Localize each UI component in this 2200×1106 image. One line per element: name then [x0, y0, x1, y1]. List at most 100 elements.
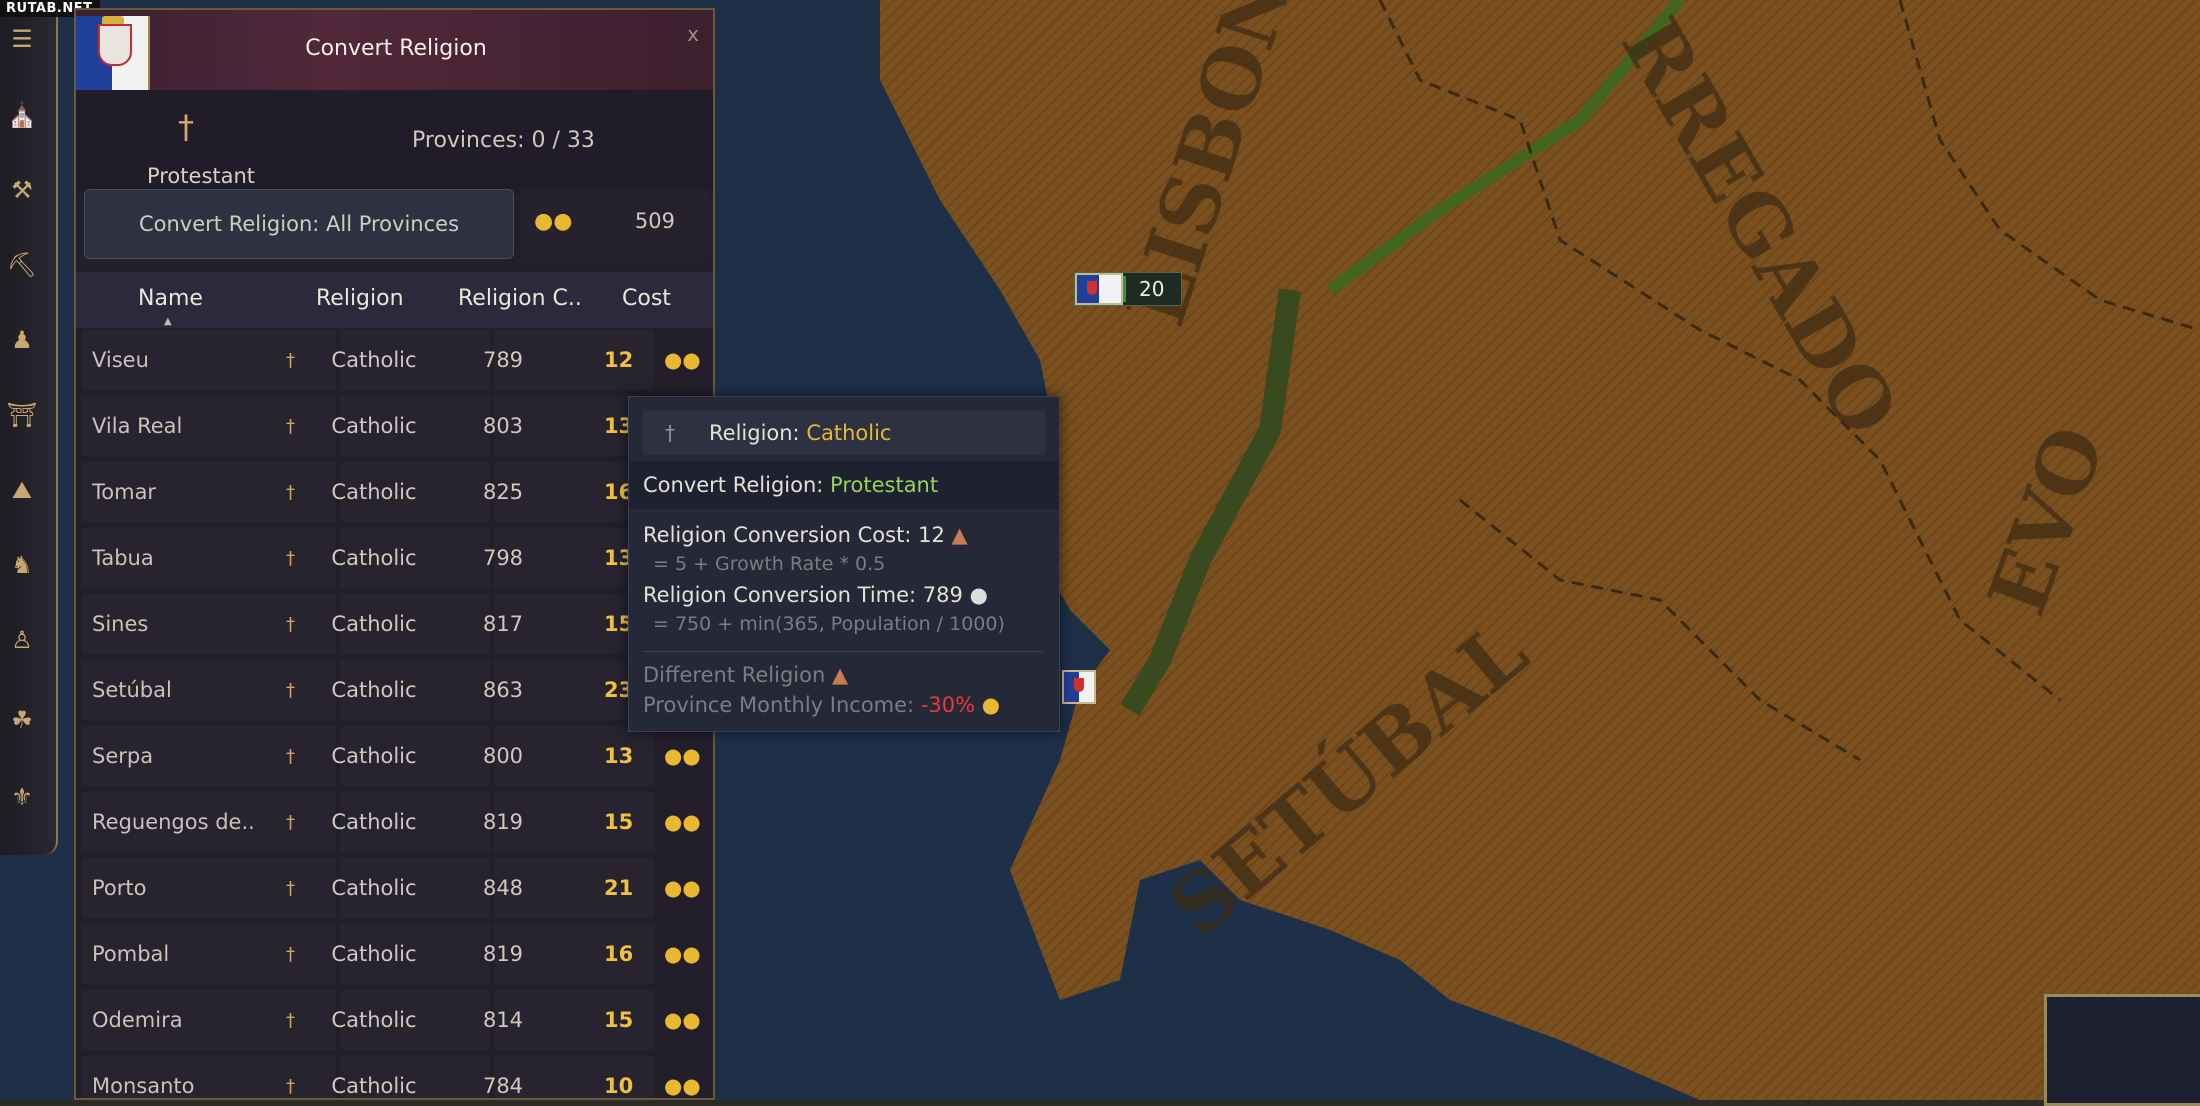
province-name[interactable]: Serpa	[92, 744, 153, 768]
map-icon[interactable]: ⛰	[4, 472, 40, 508]
table-row[interactable]: Tabua†Catholic79813●●	[76, 526, 713, 592]
tree-icon[interactable]: ☘	[4, 702, 40, 738]
col-cost[interactable]: Cost	[622, 286, 671, 311]
axe-icon[interactable]: ⛏	[4, 247, 40, 283]
army-size: 20	[1139, 277, 1165, 301]
convert-all-cost: ●● 509	[520, 189, 709, 257]
province-name[interactable]: Vila Real	[92, 414, 182, 438]
flame-icon: ▲	[831, 663, 849, 687]
table-row[interactable]: Porto † Catholic 848 21 ●●	[76, 856, 713, 922]
table-row[interactable]: Odemira † Catholic 814 15 ●●	[76, 988, 713, 1054]
province-religion: Catholic	[331, 414, 417, 438]
gold-icon[interactable]: ●●	[664, 1008, 701, 1032]
col-conversion-time[interactable]: Religion C..	[458, 286, 582, 311]
tooltip-time-formula: = 750 + min(365, Population / 1000)	[653, 613, 1005, 635]
target-religion-info: † Protestant Provinces: 0 / 33	[76, 90, 713, 195]
gold-icon[interactable]: ●●	[664, 348, 701, 372]
table-row[interactable]: Viseu † Catholic 789 12 ●●	[76, 328, 713, 394]
province-conversion-time: 814	[482, 1008, 524, 1032]
province-religion: Catholic	[331, 810, 417, 834]
table-row[interactable]: Reguengos de.. † Catholic 819 15 ●●	[76, 790, 713, 856]
province-conversion-time: 819	[482, 942, 524, 966]
province-conversion-time: 817	[482, 612, 524, 636]
religion-icon[interactable]: ⚜	[4, 779, 40, 815]
province-cost: 16	[604, 942, 634, 966]
province-cost: 12	[604, 348, 634, 372]
province-name[interactable]: Tabua	[92, 546, 154, 570]
province-flag-icon[interactable]	[1062, 670, 1096, 704]
province-religion: Catholic	[331, 876, 417, 900]
province-name[interactable]: Odemira	[92, 1008, 183, 1032]
province-table: Viseu † Catholic 789 12 ●● Vila Real † Catholic 8…	[76, 328, 713, 1098]
cross-icon: †	[286, 548, 295, 569]
minimap[interactable]	[2044, 994, 2200, 1106]
province-religion: Catholic	[331, 1074, 417, 1098]
army-flag-icon	[1075, 273, 1123, 305]
coat-of-arms-icon	[98, 24, 132, 66]
close-button[interactable]: x	[687, 22, 699, 46]
cross-icon: †	[286, 1010, 295, 1031]
province-name[interactable]: Reguengos de..	[92, 810, 255, 834]
table-row[interactable]: Vila Real†Catholic80313●●	[76, 394, 713, 460]
provinces-count: Provinces: 0 / 33	[412, 128, 595, 153]
cross-icon: †	[286, 812, 295, 833]
tooltip-income-label: Province Monthly Income:	[643, 693, 915, 717]
table-row[interactable]: Setúbal†Catholic86323●●	[76, 658, 713, 724]
table-row[interactable]: Tomar†Catholic82516●●	[76, 460, 713, 526]
convert-all-button[interactable]: Convert Religion: All Provinces	[84, 189, 514, 259]
province-conversion-time: 863	[482, 678, 524, 702]
province-religion: Catholic	[331, 744, 417, 768]
book-icon[interactable]: ☰	[4, 21, 40, 57]
tooltip-income-line: Province Monthly Income: -30% ●	[643, 693, 1000, 717]
army-unit-badge[interactable]: 20	[1074, 272, 1182, 306]
province-name[interactable]: Sines	[92, 612, 148, 636]
table-row[interactable]: Sines†Catholic81715●●	[76, 592, 713, 658]
province-name[interactable]: Pombal	[92, 942, 169, 966]
gold-icon: ●●	[534, 209, 573, 234]
gold-icon[interactable]: ●●	[664, 810, 701, 834]
tooltip-cost-formula: = 5 + Growth Rate * 0.5	[653, 553, 886, 575]
province-religion: Catholic	[331, 1008, 417, 1032]
cross-icon: †	[286, 350, 295, 371]
character-icon[interactable]: ♙	[4, 622, 40, 658]
tooltip-divider	[643, 651, 1043, 652]
province-cost: 10	[604, 1074, 634, 1098]
col-religion[interactable]: Religion	[316, 286, 404, 311]
cross-icon: †	[286, 878, 295, 899]
province-name[interactable]: Viseu	[92, 348, 149, 372]
province-name[interactable]: Porto	[92, 876, 146, 900]
cross-icon: †	[286, 944, 295, 965]
col-name[interactable]: Name	[138, 286, 203, 311]
province-conversion-time: 800	[482, 744, 524, 768]
tooltip-cost-text: Religion Conversion Cost: 12	[643, 523, 945, 547]
gold-icon[interactable]: ●●	[664, 876, 701, 900]
province-conversion-time: 848	[482, 876, 524, 900]
province-religion: Catholic	[331, 546, 417, 570]
province-cost: 13	[604, 744, 634, 768]
province-conversion-time: 803	[482, 414, 524, 438]
tooltip-convert-label: Convert Religion:	[643, 473, 824, 497]
country-flag-icon[interactable]	[76, 16, 150, 90]
hammer-icon[interactable]: ⚒	[4, 172, 40, 208]
province-name[interactable]: Tomar	[92, 480, 156, 504]
gold-icon[interactable]: ●●	[664, 942, 701, 966]
merchant-icon[interactable]: ♟	[4, 322, 40, 358]
table-header: Name Religion Religion C.. Cost ▲	[76, 272, 713, 328]
province-name[interactable]: Setúbal	[92, 678, 172, 702]
cross-icon: †	[665, 421, 675, 445]
gold-icon[interactable]: ●●	[664, 1074, 701, 1098]
court-icon[interactable]: ⛪	[4, 97, 40, 133]
cross-icon: †	[286, 680, 295, 701]
army-icon[interactable]: ♞	[4, 547, 40, 583]
province-name[interactable]: Monsanto	[92, 1074, 194, 1098]
table-row[interactable]: Serpa † Catholic 800 13 ●●	[76, 724, 713, 790]
cross-icon: †	[286, 1076, 295, 1097]
province-cost: 15	[604, 810, 634, 834]
province-religion: Catholic	[331, 612, 417, 636]
table-row[interactable]: Monsanto † Catholic 784 10 ●●	[76, 1054, 713, 1098]
building-icon[interactable]: ⛩	[4, 397, 40, 433]
tooltip-time-text: Religion Conversion Time: 789	[643, 583, 963, 607]
table-row[interactable]: Pombal † Catholic 819 16 ●●	[76, 922, 713, 988]
tooltip-cost-line: Religion Conversion Cost: 12 ▲	[643, 523, 968, 547]
gold-icon[interactable]: ●●	[664, 744, 701, 768]
